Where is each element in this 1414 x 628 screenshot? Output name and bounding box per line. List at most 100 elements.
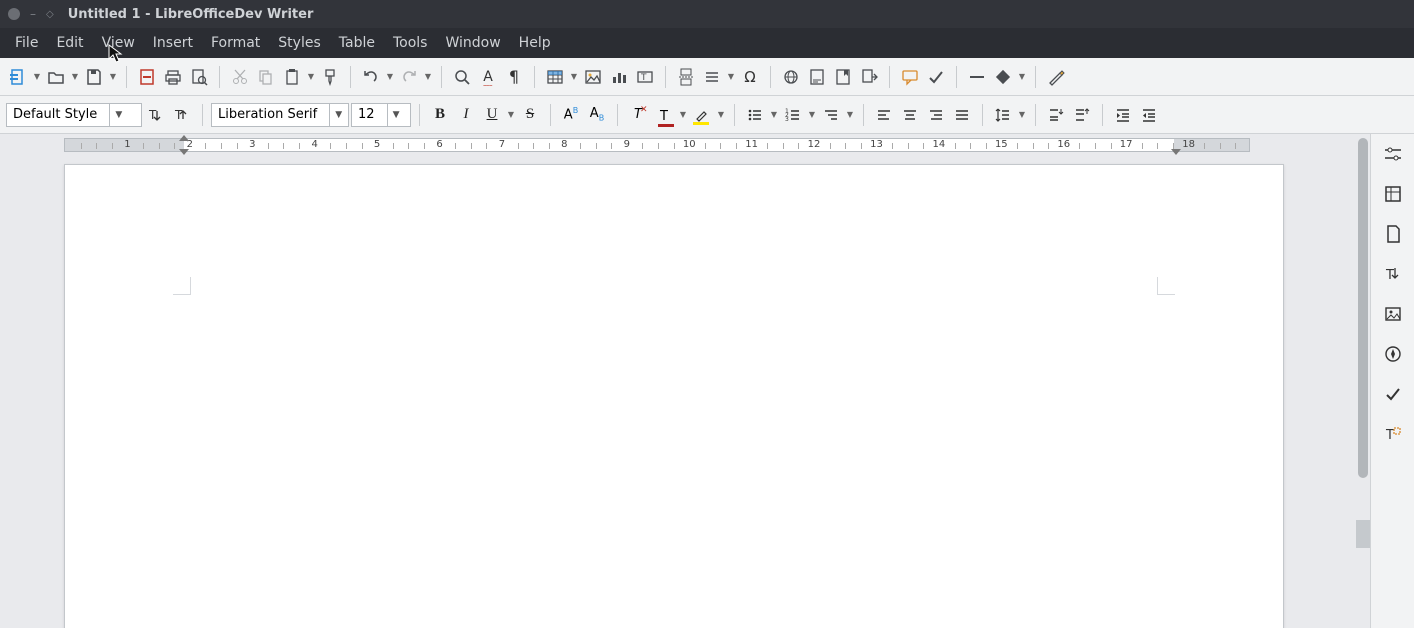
formatting-marks-button[interactable]: ¶ [502,64,526,90]
cut-button[interactable] [228,64,252,90]
sidebar-navigator-icon[interactable] [1379,340,1407,368]
increase-indent-button[interactable] [1111,102,1135,128]
insert-table-dropdown[interactable]: ▼ [569,72,579,81]
numbered-list-dropdown[interactable]: ▼ [807,110,817,119]
paste-dropdown[interactable]: ▼ [306,72,316,81]
open-dropdown[interactable]: ▼ [70,72,80,81]
highlight-color-button[interactable] [690,102,714,128]
insert-page-break-button[interactable] [674,64,698,90]
sidebar-design-icon[interactable]: T [1379,420,1407,448]
highlight-color-dropdown[interactable]: ▼ [716,110,726,119]
basic-shapes-button[interactable] [991,64,1015,90]
menu-help[interactable]: Help [510,31,560,55]
bullet-list-dropdown[interactable]: ▼ [769,110,779,119]
save-dropdown[interactable]: ▼ [108,72,118,81]
bullet-list-button[interactable] [743,102,767,128]
subscript-button[interactable]: AB [585,102,609,128]
redo-dropdown[interactable]: ▼ [423,72,433,81]
insert-cross-reference-button[interactable] [857,64,881,90]
scrollbar-pagedown[interactable] [1356,520,1370,548]
scrollbar-thumb[interactable] [1358,138,1368,478]
menu-format[interactable]: Format [202,31,269,55]
align-left-button[interactable] [872,102,896,128]
window-maximize-button[interactable]: ◇ [46,9,54,20]
font-color-button[interactable]: T [652,102,676,128]
show-draw-functions-button[interactable] [1044,64,1068,90]
window-close-button[interactable] [8,8,20,20]
window-minimize-button[interactable]: – [30,7,36,21]
insert-bookmark-button[interactable] [831,64,855,90]
insert-field-dropdown[interactable]: ▼ [726,72,736,81]
increase-para-spacing-button[interactable] [1044,102,1068,128]
outline-dropdown[interactable]: ▼ [845,110,855,119]
font-name-combo[interactable]: Liberation Serif ▼ [211,103,349,127]
insert-field-button[interactable] [700,64,724,90]
sidebar-gallery-icon[interactable] [1379,300,1407,328]
save-button[interactable] [82,64,106,90]
vertical-scrollbar[interactable] [1356,134,1370,628]
basic-shapes-dropdown[interactable]: ▼ [1017,72,1027,81]
insert-special-char-button[interactable]: Ω [738,64,762,90]
new-document-dropdown[interactable]: ▼ [32,72,42,81]
sidebar-settings-icon[interactable] [1379,140,1407,168]
menu-file[interactable]: File [6,31,47,55]
open-button[interactable] [44,64,68,90]
insert-chart-button[interactable] [607,64,631,90]
font-color-dropdown[interactable]: ▼ [678,110,688,119]
copy-button[interactable] [254,64,278,90]
strikethrough-button[interactable]: S [518,102,542,128]
line-spacing-dropdown[interactable]: ▼ [1017,110,1027,119]
export-pdf-button[interactable] [135,64,159,90]
sidebar-styles-icon[interactable]: T [1379,260,1407,288]
find-replace-button[interactable] [450,64,474,90]
horizontal-ruler[interactable]: 123456789101112131415161718 [0,136,1370,156]
insert-line-button[interactable] [965,64,989,90]
insert-image-button[interactable] [581,64,605,90]
track-changes-button[interactable] [924,64,948,90]
menu-edit[interactable]: Edit [47,31,92,55]
clear-formatting-button[interactable]: T✕ [626,102,650,128]
align-center-button[interactable] [898,102,922,128]
line-spacing-button[interactable] [991,102,1015,128]
print-preview-button[interactable] [187,64,211,90]
sidebar-manage-changes-icon[interactable] [1379,380,1407,408]
paragraph-style-dropdown[interactable]: ▼ [109,104,127,126]
font-name-dropdown[interactable]: ▼ [329,104,347,126]
menu-styles[interactable]: Styles [269,31,329,55]
update-style-button[interactable]: T [144,102,168,128]
insert-footnote-button[interactable] [805,64,829,90]
underline-button[interactable]: U [480,102,504,128]
insert-hyperlink-button[interactable] [779,64,803,90]
menu-table[interactable]: Table [330,31,384,55]
menu-tools[interactable]: Tools [384,31,437,55]
sidebar-page-icon[interactable] [1379,220,1407,248]
clone-formatting-button[interactable] [318,64,342,90]
new-style-button[interactable]: T [170,102,194,128]
paste-button[interactable] [280,64,304,90]
insert-table-button[interactable] [543,64,567,90]
italic-button[interactable]: I [454,102,478,128]
font-size-dropdown[interactable]: ▼ [387,104,405,126]
align-justify-button[interactable] [950,102,974,128]
spellcheck-button[interactable]: A﹏ [476,64,500,90]
decrease-para-spacing-button[interactable] [1070,102,1094,128]
menu-window[interactable]: Window [436,31,509,55]
bold-button[interactable]: B [428,102,452,128]
insert-textbox-button[interactable]: T [633,64,657,90]
menu-insert[interactable]: Insert [144,31,202,55]
underline-dropdown[interactable]: ▼ [506,110,516,119]
redo-button[interactable] [397,64,421,90]
print-button[interactable] [161,64,185,90]
menu-view[interactable]: View [93,31,144,55]
insert-comment-button[interactable] [898,64,922,90]
outline-button[interactable] [819,102,843,128]
new-document-button[interactable] [6,64,30,90]
superscript-button[interactable]: AB [559,102,583,128]
undo-dropdown[interactable]: ▼ [385,72,395,81]
document-page[interactable] [64,164,1284,628]
undo-button[interactable] [359,64,383,90]
sidebar-properties-icon[interactable] [1379,180,1407,208]
numbered-list-button[interactable]: 123 [781,102,805,128]
align-right-button[interactable] [924,102,948,128]
decrease-indent-button[interactable] [1137,102,1161,128]
